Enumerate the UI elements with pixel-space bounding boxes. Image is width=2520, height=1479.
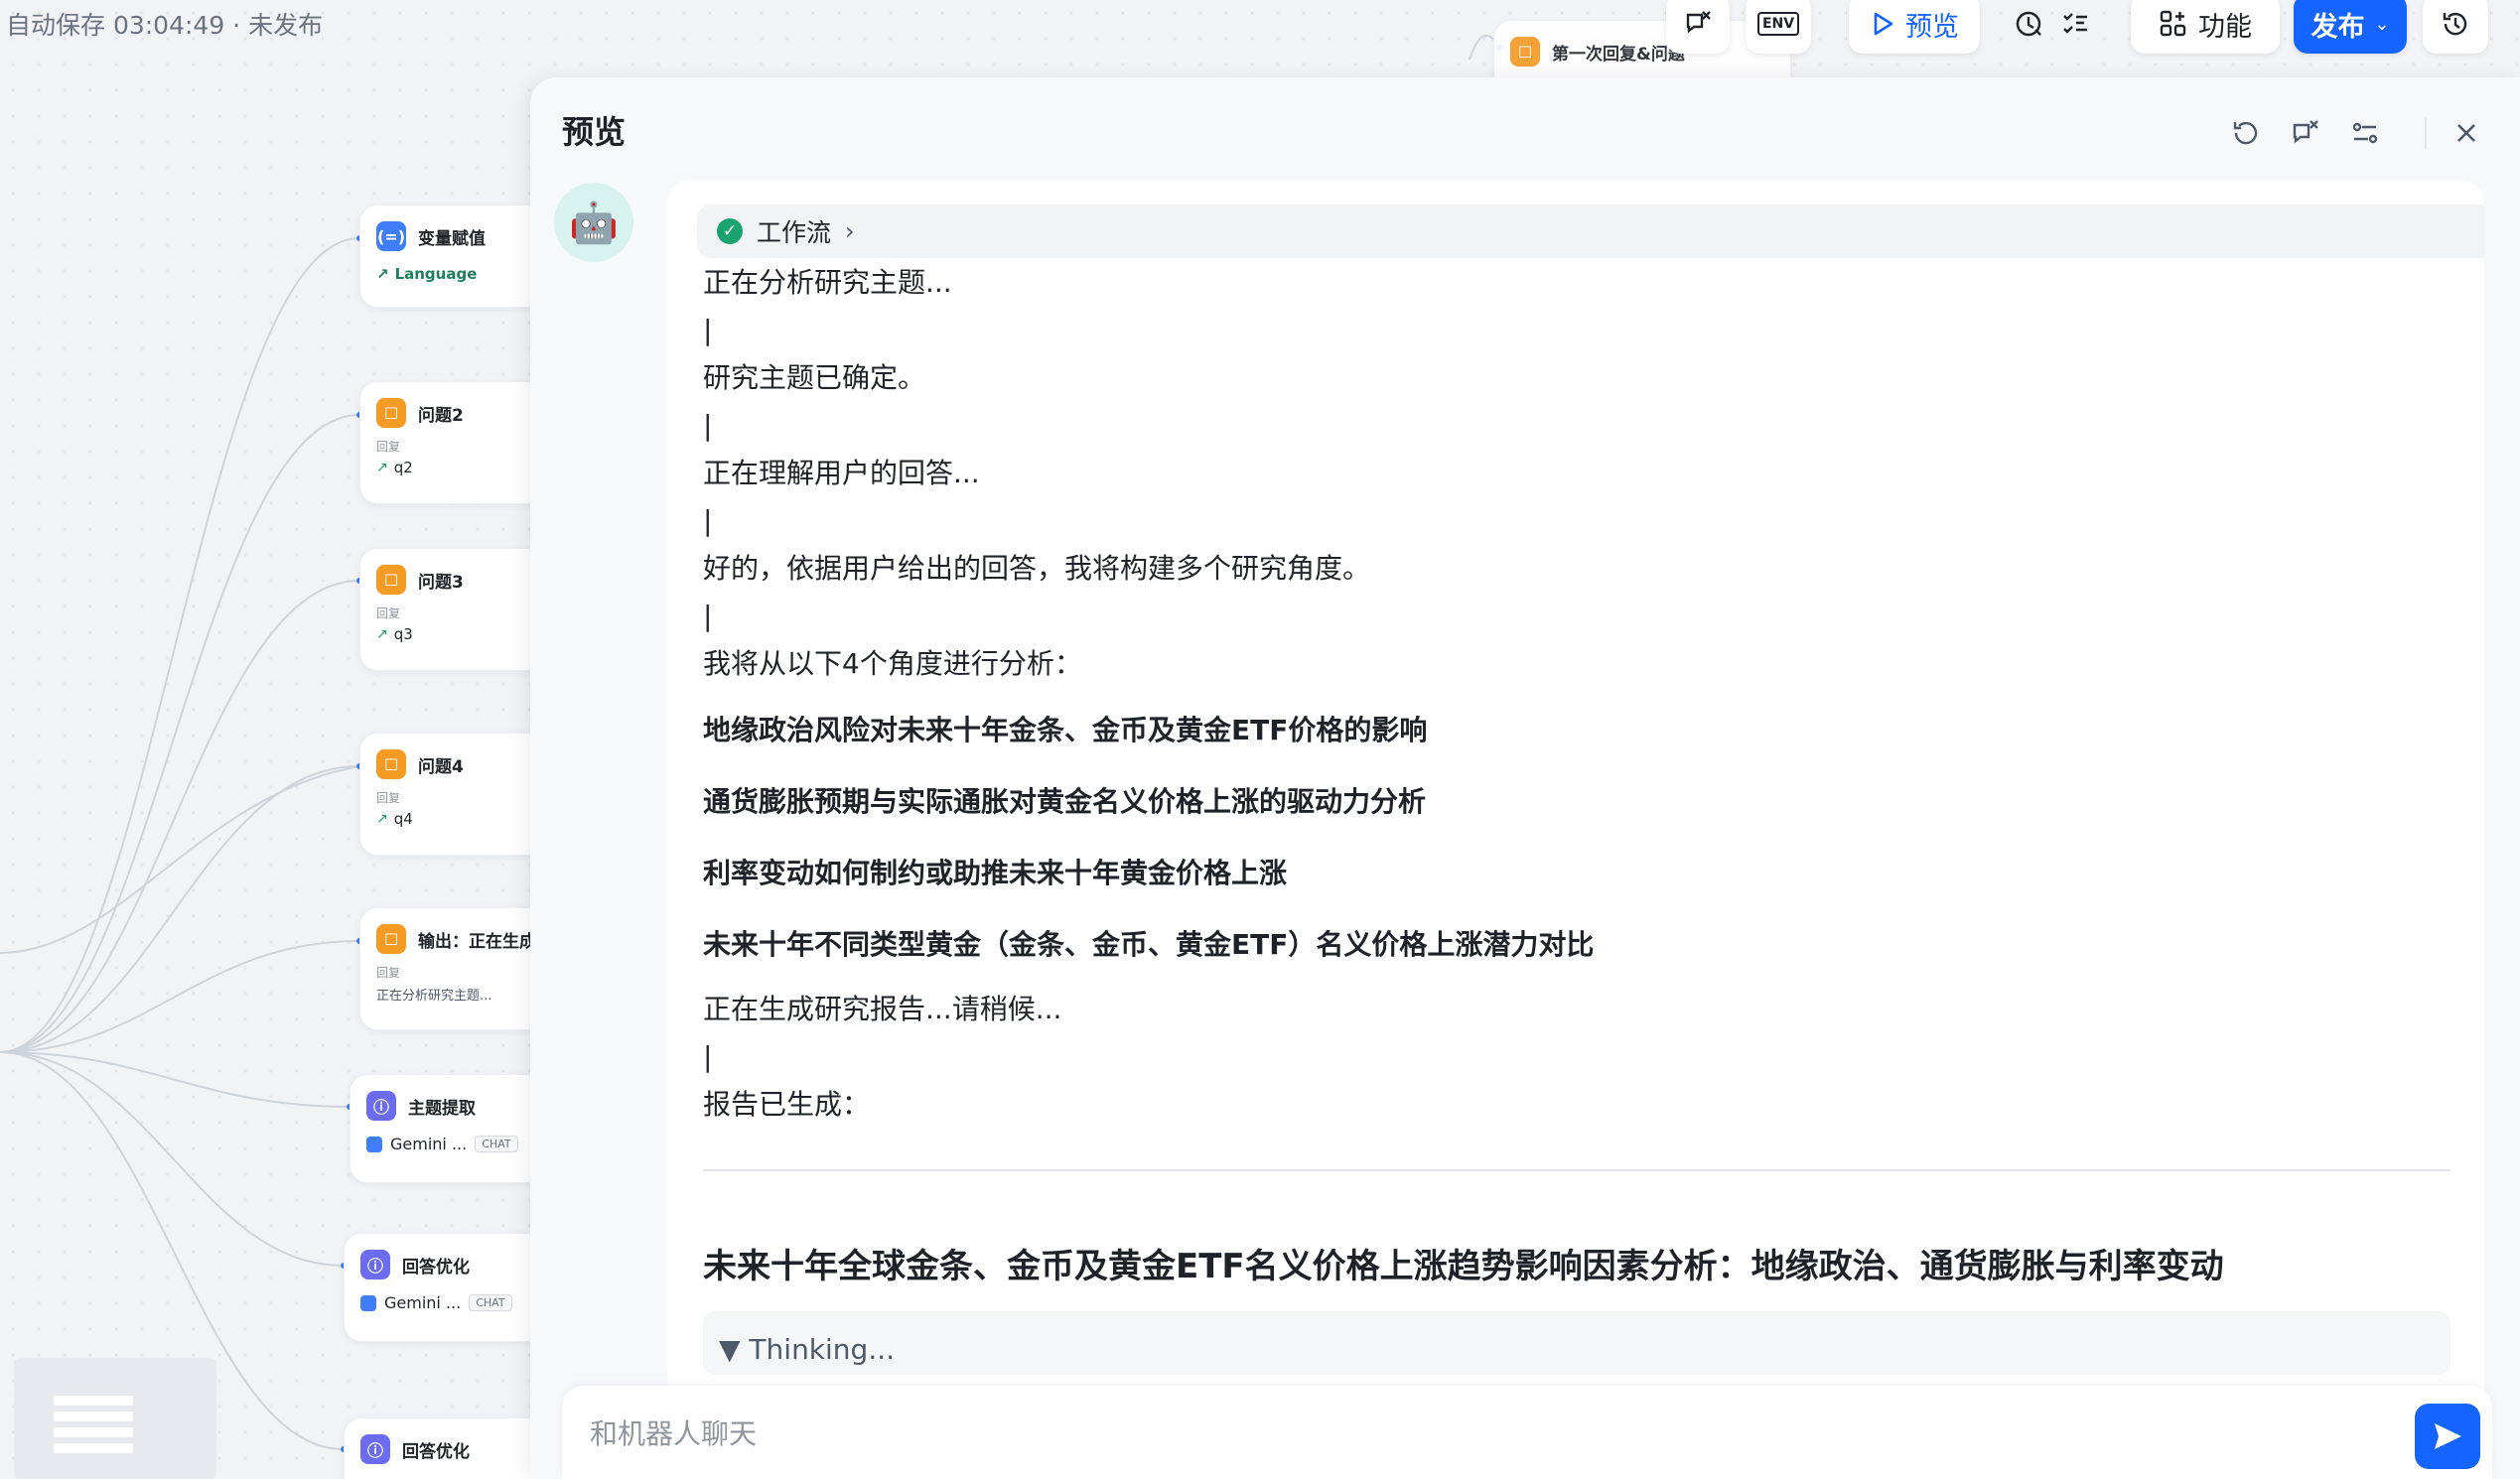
variable-icon: ↗ bbox=[376, 626, 388, 642]
panel-actions bbox=[2226, 113, 2520, 153]
divider bbox=[703, 1169, 2450, 1171]
text-cursor: | bbox=[703, 314, 713, 346]
history-icon bbox=[2443, 12, 2467, 36]
node-title: 回答优化 bbox=[402, 1441, 470, 1462]
question-icon: ☐ bbox=[376, 565, 406, 595]
settings-sliders-icon bbox=[2352, 122, 2378, 144]
chat-clear-icon bbox=[1686, 11, 1711, 34]
bot-avatar: 🤖 bbox=[554, 183, 633, 262]
status-line: 好的，依据用户给出的回答，我将构建多个研究角度。 bbox=[703, 552, 1371, 585]
workflow-status-toggle[interactable]: ✓ 工作流 › bbox=[697, 204, 2484, 258]
panel-title: 预览 bbox=[562, 113, 627, 151]
status-line: 正在理解用户的回答... bbox=[703, 457, 980, 489]
chat-badge: CHAT bbox=[469, 1294, 512, 1311]
bot-message: ✓ 工作流 › 正在分析研究主题... | 研究主题已确定。 | 正在理解用户的… bbox=[667, 181, 2484, 1461]
check-circle-icon: ✓ bbox=[717, 218, 743, 244]
preview-panel: 预览 🤖 ✓ 工作流 › 正在分析研究主题... | 研究主题已确定。 | 正在 bbox=[530, 77, 2520, 1479]
output-icon: ☐ bbox=[376, 924, 406, 954]
status-line: 报告已生成： bbox=[703, 1088, 871, 1121]
send-icon bbox=[2435, 1423, 2461, 1449]
publish-label: 发布 bbox=[2310, 11, 2365, 43]
reply-icon: ☐ bbox=[1510, 37, 1540, 67]
llm-icon: ⓘ bbox=[366, 1091, 396, 1121]
status-line: 我将从以下4个角度进行分析： bbox=[703, 647, 1082, 680]
angle-item: 利率变动如何制约或助推未来十年黄金价格上涨 bbox=[703, 857, 1288, 889]
gemini-icon bbox=[360, 1294, 376, 1311]
clear-chat-button[interactable] bbox=[2286, 113, 2325, 153]
run-history-icon bbox=[2016, 11, 2041, 37]
node-title: 第一次回复&问题 bbox=[1552, 44, 1685, 65]
angle-item: 地缘政治风险对未来十年金条、金币及黄金ETF价格的影响 bbox=[703, 714, 1428, 746]
divider bbox=[2425, 117, 2427, 149]
workflow-label: 工作流 bbox=[757, 218, 832, 247]
chat-badge: CHAT bbox=[475, 1136, 518, 1152]
text-cursor: | bbox=[703, 409, 713, 442]
variable-icon: ↗ bbox=[376, 811, 388, 827]
status-line: 正在分析研究主题... bbox=[703, 266, 952, 299]
version-history-button[interactable] bbox=[2423, 0, 2488, 54]
status-line: 研究主题已确定。 bbox=[703, 361, 926, 394]
play-icon bbox=[1874, 12, 1893, 36]
chevron-down-icon: ⌄ bbox=[2374, 13, 2390, 35]
publish-button[interactable]: 发布 ⌄ bbox=[2294, 0, 2407, 54]
angle-item: 通货膨胀预期与实际通胀对黄金名义价格上涨的驱动力分析 bbox=[703, 785, 1427, 818]
model-name: Gemini ... bbox=[384, 1293, 462, 1312]
report-title: 未来十年全球金条、金币及黄金ETF名义价格上涨趋势影响因素分析：地缘政治、通货膨… bbox=[703, 1247, 2224, 1286]
restart-button[interactable] bbox=[2226, 113, 2266, 153]
apps-icon bbox=[2160, 10, 2186, 37]
llm-icon: ⓘ bbox=[360, 1434, 390, 1464]
variable-icon: (=) bbox=[376, 221, 406, 251]
variable-icon: ↗ bbox=[376, 265, 389, 283]
autosave-status: 自动保存 03:04:49 · 未发布 bbox=[6, 11, 324, 40]
checklist-icon bbox=[2063, 13, 2087, 34]
env-button[interactable]: ENV bbox=[1746, 0, 1811, 54]
llm-icon: ⓘ bbox=[360, 1250, 390, 1279]
node-title: 回答优化 bbox=[402, 1257, 470, 1277]
debug-clear-button[interactable] bbox=[1666, 0, 1730, 54]
node-title: 问题3 bbox=[418, 572, 464, 593]
thinking-toggle[interactable]: ▼ Thinking... bbox=[703, 1311, 2450, 1375]
status-line: 正在生成研究报告...请稍候... bbox=[703, 993, 1062, 1025]
node-title: 问题4 bbox=[418, 756, 464, 777]
node-value: q4 bbox=[393, 810, 413, 828]
preview-button[interactable]: 预览 bbox=[1849, 0, 1980, 54]
close-icon bbox=[2457, 124, 2475, 142]
message-content: 正在分析研究主题... | 研究主题已确定。 | 正在理解用户的回答... | … bbox=[703, 260, 2450, 1375]
gemini-icon bbox=[366, 1136, 382, 1152]
features-button[interactable]: 功能 bbox=[2131, 0, 2280, 54]
node-title: 主题提取 bbox=[408, 1098, 476, 1119]
node-value: q3 bbox=[393, 625, 413, 643]
node-title: 变量赋值 bbox=[418, 228, 486, 249]
node-value: Language bbox=[394, 265, 478, 283]
close-panel-button[interactable] bbox=[2447, 113, 2486, 153]
text-cursor: | bbox=[703, 504, 713, 537]
send-button[interactable] bbox=[2415, 1404, 2480, 1469]
text-cursor: | bbox=[703, 600, 713, 632]
preview-label: 预览 bbox=[1905, 11, 1959, 43]
chat-input-bar bbox=[562, 1386, 2492, 1479]
chat-input[interactable] bbox=[590, 1404, 2337, 1463]
question-icon: ☐ bbox=[376, 749, 406, 779]
node-title: 输出：正在生成 bbox=[418, 931, 536, 952]
node-title: 问题2 bbox=[418, 405, 464, 426]
chat-clear-icon bbox=[2293, 120, 2318, 144]
variable-icon: ↗ bbox=[376, 460, 388, 475]
variables-button[interactable] bbox=[2345, 113, 2385, 153]
refresh-icon bbox=[2233, 121, 2258, 145]
features-label: 功能 bbox=[2198, 11, 2252, 43]
minimap[interactable] bbox=[14, 1358, 216, 1479]
node-value: q2 bbox=[393, 459, 413, 476]
model-name: Gemini ... bbox=[390, 1135, 468, 1153]
env-icon: ENV bbox=[1756, 12, 1800, 36]
checklist-button[interactable] bbox=[2043, 0, 2107, 54]
angle-item: 未来十年不同类型黄金（金条、金币、黄金ETF）名义价格上涨潜力对比 bbox=[703, 928, 1595, 961]
text-cursor: | bbox=[703, 1040, 713, 1073]
question-icon: ☐ bbox=[376, 398, 406, 428]
robot-icon: 🤖 bbox=[569, 200, 619, 246]
chevron-right-icon: › bbox=[845, 217, 855, 245]
